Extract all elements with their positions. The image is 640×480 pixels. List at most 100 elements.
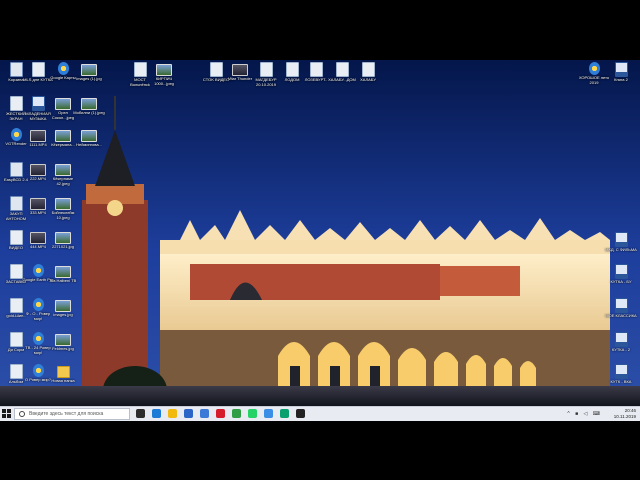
desktop-icon-label: 2271021.jpg (51, 244, 75, 249)
desktop-icon-label: 1111.MP4 (29, 142, 47, 147)
vid-icon (232, 64, 248, 76)
desktop-icon-label: Кёкермана... (51, 142, 75, 147)
desktop-icon-label: images (1).jpg (76, 76, 102, 81)
doc-icon (9, 96, 23, 111)
desktop-icon[interactable]: Неймингова... (73, 128, 105, 148)
desktop-icon[interactable]: ХАЛАБУ (352, 62, 384, 83)
desktop-icon-label: ЛОДОМ (284, 77, 300, 82)
desktop-icon-label: 222.MP4 (29, 176, 46, 181)
desktop-icon[interactable]: КУТКА - 2 (605, 332, 637, 353)
desktop-icon[interactable]: Книга 2 (605, 62, 637, 83)
desktop-icon-label: Книга 2 (614, 77, 628, 82)
desktop-icon[interactable]: МОЕ КЛАССИКА (605, 298, 637, 319)
img-icon (81, 130, 97, 142)
img-icon (55, 232, 71, 244)
desktop-icon[interactable]: Мобилни (1).jpeg (73, 96, 105, 116)
search-placeholder: Введите здесь текст для поиска (29, 411, 104, 417)
vid-icon (30, 198, 46, 210)
sys-icon (9, 196, 23, 211)
desktop: Корзина MLS дле КУТКА Google Карты images (… (0, 60, 640, 420)
desktop-icon-label: Неймингова... (76, 142, 102, 147)
img-icon (55, 300, 71, 312)
app-icon (10, 128, 22, 141)
explorer-icon[interactable] (168, 409, 177, 418)
doc-icon (259, 62, 273, 77)
desktop-icon[interactable]: Новая папка (47, 364, 79, 384)
desktop-icon[interactable]: Кёкернаме 42.jpeg (47, 162, 79, 186)
desktop-icon-label: Ala Halbeni ТВ (49, 278, 77, 283)
sys-icon (9, 162, 23, 177)
app-icon (588, 62, 600, 75)
img-icon (81, 98, 97, 110)
desktop-icon-label: Бойнеклейм 10.jpeg (51, 210, 75, 220)
desktop-icon[interactable]: Feldmes.jpg (47, 332, 79, 352)
word-icon (614, 364, 628, 379)
img-icon (55, 198, 71, 210)
desktop-icon[interactable]: МКД. С ФИЛЬМА (605, 232, 637, 253)
whatsapp-icon[interactable] (248, 409, 257, 418)
sys-icon (9, 62, 23, 77)
system-tray-icons[interactable]: ^ ■ ◁ ⌨ (567, 411, 602, 417)
task-view-icon[interactable] (136, 409, 145, 418)
doc-icon (209, 62, 223, 77)
desktop-icon[interactable]: Ala Halbeni ТВ (47, 264, 79, 284)
desktop-icon[interactable]: 2271021.jpg (47, 230, 79, 250)
app-icon[interactable] (280, 409, 289, 418)
img-icon (55, 266, 71, 278)
vid-icon (30, 232, 46, 244)
desktop-icon-label: 333.MP4 (29, 210, 46, 215)
desktop-icon-label: КУТКА - 2 (611, 347, 631, 352)
word-icon (614, 62, 628, 77)
word-icon (614, 232, 628, 247)
app-icon (32, 264, 44, 277)
word-icon (614, 332, 628, 347)
desktop-icon-label: МОЕ КЛАССИКА (605, 313, 637, 318)
edge-icon[interactable] (152, 409, 161, 418)
terminal-icon[interactable] (296, 409, 305, 418)
desktop-icon-label: Google Карты (50, 75, 76, 80)
doc-icon (335, 62, 349, 77)
doc-icon (361, 62, 375, 77)
desktop-icon-label: 444.MP4 (29, 244, 46, 249)
desktop-icon[interactable]: КУТКА - БУ (605, 264, 637, 285)
doc-icon (309, 62, 323, 77)
taskbar-search-box[interactable]: Введите здесь текст для поиска (14, 408, 130, 420)
img-icon (55, 334, 71, 346)
desktop-icon-label: ХАЛАБУ (360, 77, 376, 82)
folder-icon (56, 366, 70, 378)
app-icon (32, 364, 44, 377)
img-icon (81, 64, 97, 76)
app-icon (57, 62, 69, 75)
desktop-icon[interactable]: КИРПИЧ 1000...jpeg (148, 62, 180, 86)
search-icon (19, 411, 25, 417)
clock[interactable]: 20:46 10.11.2019 (614, 408, 636, 419)
desktop-icon-label: МАГДЕБУР 20.10.2019 (255, 77, 277, 87)
desktop-icon[interactable]: Бойнеклейм 10.jpeg (47, 196, 79, 220)
opera-icon[interactable] (216, 409, 225, 418)
desktop-icon[interactable]: КУТК - ВКА (605, 364, 637, 385)
desktop-icon[interactable]: images.jpg (47, 298, 79, 318)
desktop-icon-label: images.jpg (53, 312, 73, 317)
desktop-icon-label: МОСТ Вольнёнсk (130, 77, 150, 87)
mail-icon[interactable] (184, 409, 193, 418)
word-icon (614, 298, 628, 313)
desktop-icon-label: Новая папка (51, 378, 75, 383)
desktop-icon-label: МКД. С ФИЛЬМА (605, 247, 637, 252)
desktop-icon-label: ВИДЕО (8, 245, 24, 250)
vid-icon (30, 130, 46, 142)
word-icon (31, 96, 45, 111)
desktop-icon-label: Мобилни (1).jpeg (73, 110, 105, 115)
doc-icon (9, 230, 23, 245)
clock-date: 10.11.2019 (613, 413, 636, 419)
doc-icon (9, 364, 23, 379)
store-icon[interactable] (200, 409, 209, 418)
chrome-icon[interactable] (232, 409, 241, 418)
doc-icon (9, 298, 23, 313)
word-icon (614, 264, 628, 279)
app-icon (32, 332, 44, 345)
start-button[interactable] (2, 409, 12, 419)
media-icon[interactable] (264, 409, 273, 418)
desktop-icon[interactable]: images (1).jpg (73, 62, 105, 82)
doc-icon (9, 332, 23, 347)
doc-icon (133, 62, 147, 77)
